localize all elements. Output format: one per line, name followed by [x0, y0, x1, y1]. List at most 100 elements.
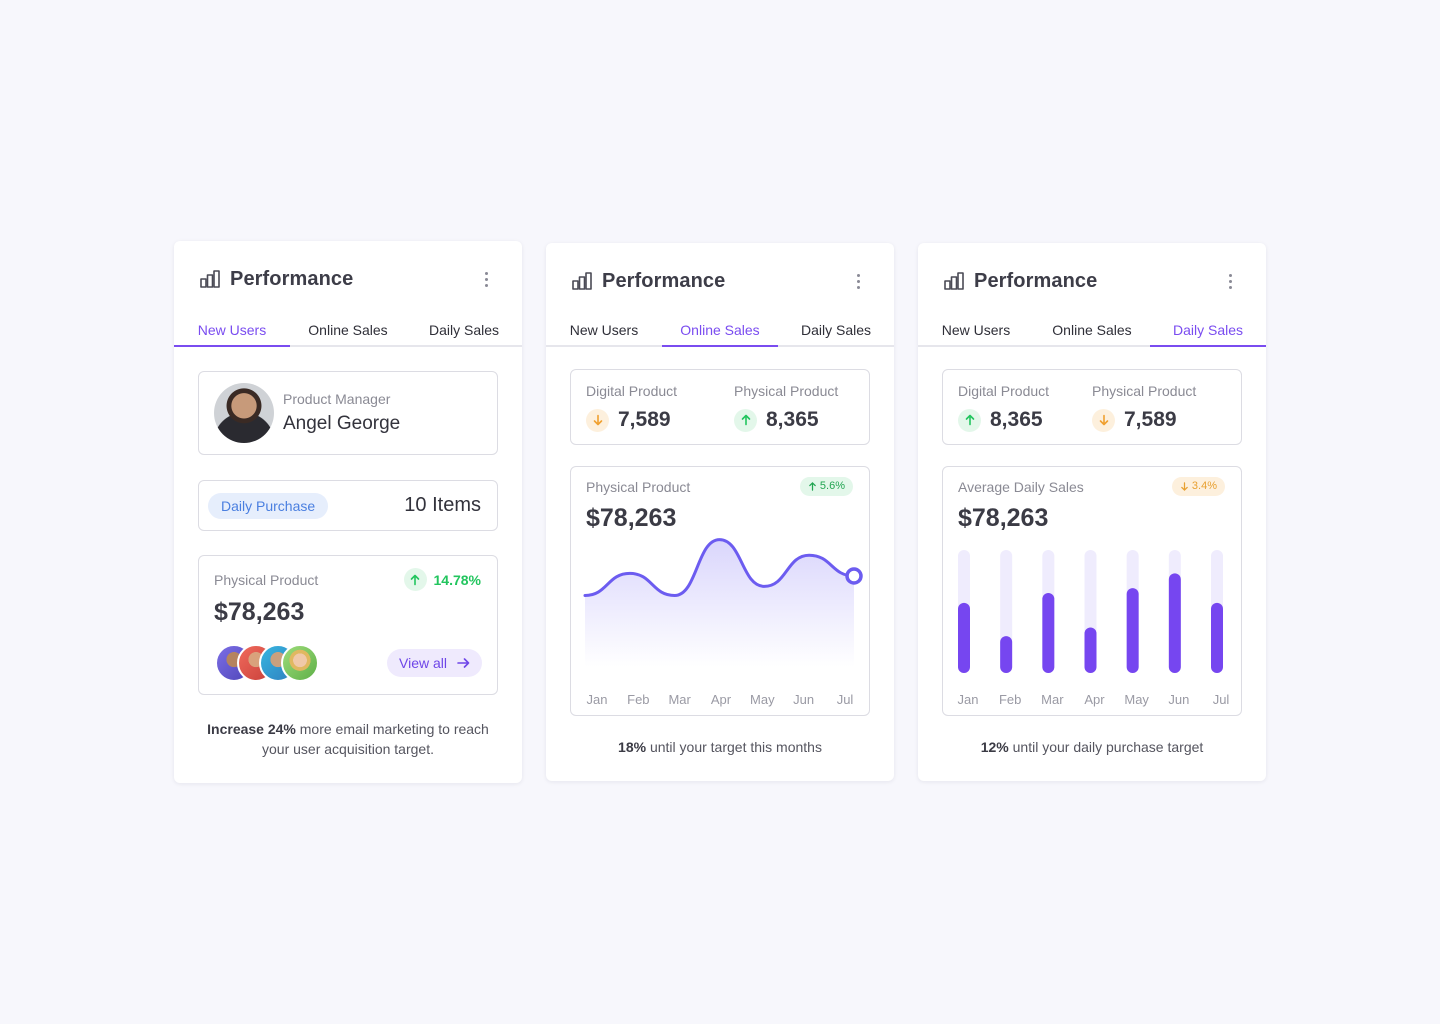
stat-value: 7,589 [1124, 408, 1177, 431]
x-tick-label: Jan [957, 692, 979, 707]
footer-note: 18% until your target this months [566, 737, 874, 757]
avatar [281, 644, 319, 682]
avatar [214, 383, 274, 443]
x-tick-label: Jul [1212, 692, 1230, 707]
footer-text: until your target this months [646, 739, 822, 755]
stat-physical-product: Physical Product 7,589 [1092, 383, 1196, 432]
badge-value: 5.6% [819, 480, 845, 492]
bar[interactable] [1084, 627, 1097, 673]
stat-value: 7,589 [618, 408, 671, 431]
decline-badge: 3.4% [1171, 477, 1225, 496]
daily-purchase-box: Daily Purchase 10 Items [198, 480, 498, 531]
arrow-up-icon [809, 482, 816, 491]
chart-label: Average Daily Sales [958, 479, 1084, 495]
stat-label: Digital Product [958, 383, 1050, 399]
x-tick-label: Mar [1041, 692, 1064, 707]
x-axis-labels: Jan Feb Mar Apr May Jun Jul [585, 692, 855, 708]
arrow-right-icon [457, 655, 470, 671]
x-tick-label: Jul [836, 692, 854, 707]
footer-highlight: 18% [618, 739, 647, 755]
card-title: Performance [974, 269, 1098, 292]
product-stats-box: Digital Product 7,589 Physical Product 8… [570, 369, 870, 445]
chart-label: Physical Product [586, 479, 691, 495]
performance-card-new-users: Performance New Users Online Sales Daily… [174, 241, 522, 783]
profile-role: Product Manager [283, 391, 391, 407]
x-tick-label: Jun [1168, 692, 1190, 707]
tab-daily-sales[interactable]: Daily Sales [1150, 317, 1266, 347]
bar[interactable] [1168, 573, 1181, 673]
product-stats-box: Digital Product 8,365 Physical Product 7… [942, 369, 1242, 445]
bar[interactable] [1000, 636, 1013, 673]
tab-online-sales[interactable]: Online Sales [1034, 317, 1150, 345]
card-header: Performance [944, 267, 1240, 295]
footer-highlight: Increase 24% [207, 721, 296, 737]
footer-text: more email marketing to reach your user … [262, 721, 489, 757]
x-tick-label: Apr [710, 692, 732, 707]
bar[interactable] [1126, 588, 1139, 673]
more-options-icon[interactable] [1220, 269, 1240, 293]
purchase-count: 10 Items [404, 494, 481, 516]
stat-physical-product: Physical Product 8,365 [734, 383, 838, 432]
arrow-up-icon [958, 408, 981, 432]
x-tick-label: May [1124, 692, 1149, 707]
growth-indicator: 14.78% [403, 568, 481, 591]
tab-new-users[interactable]: New Users [918, 317, 1034, 345]
bar[interactable] [1042, 593, 1055, 673]
profile-box: Product Manager Angel George [198, 371, 498, 455]
arrow-down-icon [1092, 408, 1115, 432]
footer-text: until your daily purchase target [1008, 739, 1204, 755]
profile-name: Angel George [283, 413, 401, 434]
daily-purchase-badge: Daily Purchase [208, 493, 329, 519]
more-options-icon[interactable] [476, 267, 496, 291]
bar-chart-icon [944, 272, 964, 290]
x-tick-label: Mar [668, 692, 691, 707]
view-all-button[interactable]: View all [387, 649, 482, 677]
x-tick-label: Jun [793, 692, 815, 707]
stat-label: Digital Product [586, 383, 678, 399]
data-point-marker[interactable] [845, 567, 863, 585]
view-all-label: View all [399, 655, 447, 671]
tab-daily-sales[interactable]: Daily Sales [778, 317, 894, 345]
arrow-up-icon [734, 408, 757, 432]
card-title: Performance [602, 269, 726, 292]
tab-online-sales[interactable]: Online Sales [662, 317, 778, 347]
footer-note: 12% until your daily purchase target [938, 737, 1246, 757]
x-tick-label: Jan [586, 692, 608, 707]
chart-amount: $78,263 [958, 504, 1049, 532]
tab-new-users[interactable]: New Users [174, 317, 290, 347]
growth-value: 14.78% [433, 571, 481, 588]
arrow-down-icon [586, 408, 609, 432]
x-tick-label: Feb [998, 692, 1022, 707]
performance-card-online-sales: Performance New Users Online Sales Daily… [546, 243, 894, 781]
performance-card-daily-sales: Performance New Users Online Sales Daily… [918, 243, 1266, 781]
card-header: Performance [200, 265, 496, 293]
stat-digital-product: Digital Product 7,589 [586, 383, 677, 432]
bar-chart-icon [200, 270, 220, 288]
x-axis-labels: Jan Feb Mar Apr May Jun Jul [957, 692, 1230, 708]
stat-digital-product: Digital Product 8,365 [958, 383, 1049, 432]
tab-bar: New Users Online Sales Daily Sales [546, 317, 894, 347]
card-title: Performance [230, 267, 354, 290]
tab-online-sales[interactable]: Online Sales [290, 317, 406, 345]
arrow-down-icon [1181, 482, 1188, 491]
tab-bar: New Users Online Sales Daily Sales [918, 317, 1266, 347]
tab-daily-sales[interactable]: Daily Sales [406, 317, 522, 345]
line-chart-box: Physical Product 5.6% $78,263 Jan Feb Mar A… [570, 466, 870, 716]
product-label: Physical Product [214, 572, 319, 588]
bar[interactable] [958, 602, 970, 673]
growth-badge: 5.6% [799, 477, 853, 496]
footer-highlight: 12% [980, 739, 1009, 755]
bar[interactable] [1211, 602, 1223, 673]
stat-value: 8,365 [990, 408, 1043, 431]
physical-product-box: Physical Product 14.78% $78,263 View all [198, 555, 498, 695]
bar-chart-box: Average Daily Sales 3.4% $78,263 Jan Feb M… [942, 466, 1242, 716]
x-tick-label: Apr [1084, 692, 1105, 707]
footer-note: Increase 24% more email marketing to rea… [194, 719, 502, 759]
card-header: Performance [572, 267, 868, 295]
badge-value: 3.4% [1191, 480, 1217, 492]
stat-label: Physical Product [734, 383, 839, 399]
tab-new-users[interactable]: New Users [546, 317, 662, 345]
chart-amount: $78,263 [586, 504, 677, 532]
x-tick-label: Feb [627, 692, 650, 707]
more-options-icon[interactable] [848, 269, 868, 293]
